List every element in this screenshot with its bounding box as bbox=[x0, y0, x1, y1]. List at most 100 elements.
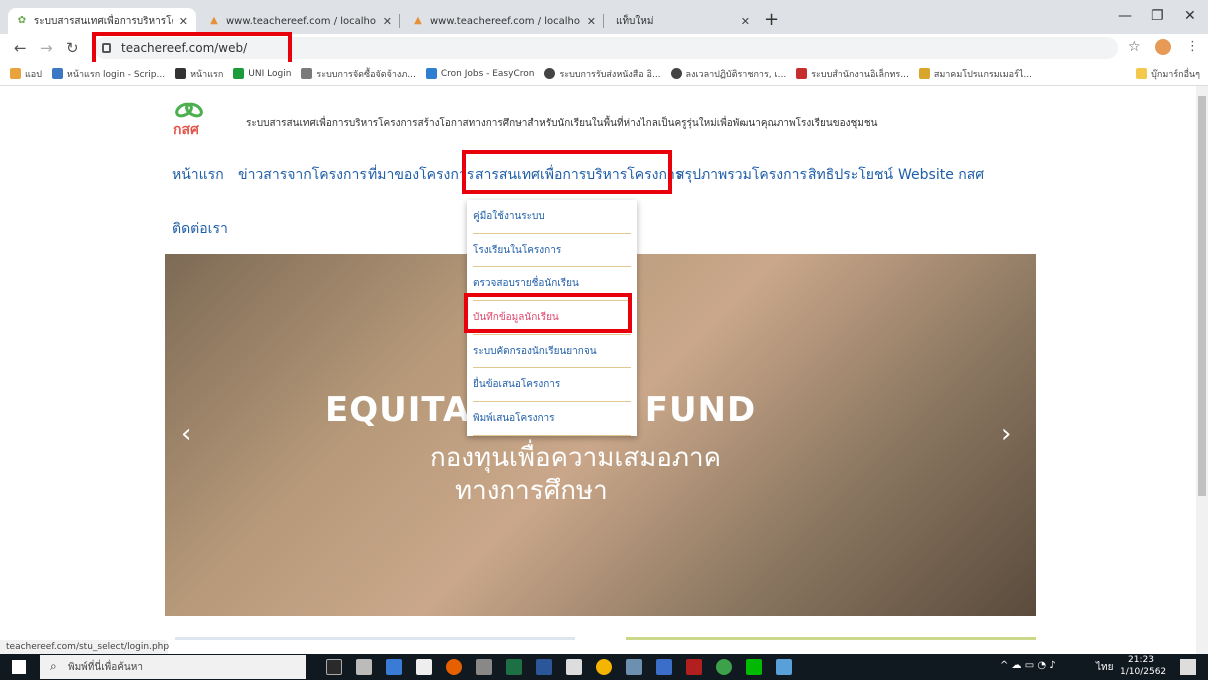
tab-3[interactable]: ▲ www.teachereef.com / localhost ✕ bbox=[404, 8, 604, 34]
nav-news[interactable]: ข่าวสารจากโครงการ bbox=[238, 164, 367, 186]
hero-thai-subtitle: ทางการศึกษา bbox=[455, 476, 608, 506]
carousel-prev-icon[interactable]: ‹ bbox=[181, 419, 191, 449]
bookmark-item[interactable]: แอป bbox=[10, 67, 42, 81]
nav-summary[interactable]: สรุปภาพรวมโครงการ bbox=[676, 164, 807, 186]
clock-date[interactable]: 1/10/2562 bbox=[1120, 667, 1166, 677]
page-scrollbar[interactable] bbox=[1196, 86, 1208, 654]
nav-benefits[interactable]: สิทธิประโยชน์ bbox=[808, 164, 893, 186]
nav-about[interactable]: ที่มาของโครงการ bbox=[368, 164, 474, 186]
windows-start-icon[interactable] bbox=[12, 660, 26, 674]
bookmark-icon bbox=[918, 68, 930, 79]
bookmark-label: บุ๊กมาร์กอื่นๆ bbox=[1151, 69, 1200, 80]
tab-title: www.teachereef.com / localhost bbox=[226, 15, 376, 27]
app-icon[interactable] bbox=[626, 659, 642, 675]
calculator-icon[interactable] bbox=[356, 659, 372, 675]
bookmarks-bar: แอป หน้าแรก login - Scrip... หน้าแรก UNI… bbox=[0, 62, 1208, 86]
mail-icon[interactable] bbox=[566, 659, 582, 675]
phpmyadmin-icon: ▲ bbox=[414, 15, 422, 26]
dropdown-item[interactable]: โรงเรียนในโครงการ bbox=[473, 234, 631, 268]
tray-icons[interactable]: ^ ☁ ▭ ◔ ♪ bbox=[1000, 660, 1056, 671]
bookmark-item[interactable]: ลงเวลาปฏิบัติราชการ, เ... bbox=[670, 67, 787, 81]
app-icon[interactable] bbox=[386, 659, 402, 675]
bookmark-item[interactable]: ระบบการรับส่งหนังสือ อิ... bbox=[544, 67, 661, 81]
back-icon[interactable]: ← bbox=[14, 39, 27, 57]
tab-2[interactable]: ▲ www.teachereef.com / localhost ✕ bbox=[200, 8, 400, 34]
bookmark-icon bbox=[796, 68, 808, 79]
bookmark-item[interactable]: สมาคมโปรแกรมเมอร์ไ... bbox=[918, 67, 1032, 81]
task-view-icon[interactable] bbox=[326, 659, 342, 675]
apps-grid-icon bbox=[10, 68, 21, 79]
nav-website[interactable]: Website กสศ bbox=[898, 164, 984, 186]
torrent-icon[interactable] bbox=[716, 659, 732, 675]
dropdown-item[interactable]: พิมพ์เสนอโครงการ bbox=[473, 402, 631, 436]
footer-panel-right bbox=[626, 637, 1036, 640]
clock-time[interactable]: 21:23 bbox=[1128, 655, 1154, 665]
bookmark-item[interactable]: ระบบสำนักงานอิเล็กทร... bbox=[796, 67, 909, 81]
bookmark-item[interactable]: UNI Login bbox=[233, 68, 291, 79]
tab-active[interactable]: ✿ ระบบสารสนเทศเพื่อการบริหารโครงการ ✕ bbox=[8, 8, 196, 34]
taskbar-search[interactable]: ⌕ พิมพ์ที่นี่เพื่อค้นหา bbox=[40, 655, 306, 679]
chrome-icon[interactable] bbox=[596, 659, 612, 675]
bookmark-icon bbox=[425, 68, 437, 79]
excel-icon[interactable] bbox=[506, 659, 522, 675]
nav-contact[interactable]: ติดต่อเรา bbox=[172, 218, 228, 240]
search-placeholder: พิมพ์ที่นี่เพื่อค้นหา bbox=[68, 661, 143, 673]
scrollbar-thumb[interactable] bbox=[1198, 96, 1206, 496]
reload-icon[interactable]: ↻ bbox=[66, 39, 79, 57]
highlight-dropdown-box bbox=[464, 293, 632, 333]
site-favicon-icon: ✿ bbox=[17, 15, 27, 26]
bookmark-label: ลงเวลาปฏิบัติราชการ, เ... bbox=[685, 69, 787, 80]
dropdown-item[interactable]: คู่มือใช้งานระบบ bbox=[473, 200, 631, 234]
site-title: ระบบสารสนเทศเพื่อการบริหารโครงการสร้างโอ… bbox=[246, 118, 878, 129]
notification-icon[interactable] bbox=[1180, 659, 1196, 675]
minimize-icon[interactable]: — bbox=[1118, 8, 1132, 24]
other-bookmarks[interactable]: บุ๊กมาร์กอื่นๆ bbox=[1136, 67, 1200, 81]
bookmark-item[interactable]: ระบบการจัดซื้อจัดจ้างภ... bbox=[301, 67, 416, 81]
tab-4[interactable]: แท็บใหม่ ✕ bbox=[608, 8, 758, 34]
bookmark-item[interactable]: หน้าแรก bbox=[175, 67, 223, 81]
browser-tab-strip: ✿ ระบบสารสนเทศเพื่อการบริหารโครงการ ✕ ▲ … bbox=[0, 0, 1208, 34]
globe-icon bbox=[544, 68, 556, 79]
bookmark-icon bbox=[51, 68, 63, 79]
bookmark-star-icon[interactable]: ☆ bbox=[1128, 39, 1141, 55]
firefox-icon[interactable] bbox=[446, 659, 462, 675]
filezilla-icon[interactable] bbox=[686, 659, 702, 675]
close-tab-icon[interactable]: ✕ bbox=[173, 15, 188, 28]
close-tab-icon[interactable]: ✕ bbox=[735, 15, 750, 28]
forward-icon[interactable]: → bbox=[40, 39, 53, 57]
bookmark-label: Cron Jobs - EasyCron bbox=[440, 68, 535, 79]
tab-separator bbox=[399, 14, 400, 28]
bookmark-label: ระบบการรับส่งหนังสือ อิ... bbox=[559, 69, 661, 80]
app-icon[interactable] bbox=[656, 659, 672, 675]
footer-panel-left bbox=[175, 637, 575, 640]
highlight-nav-box bbox=[462, 150, 672, 194]
store-icon[interactable] bbox=[416, 659, 432, 675]
close-tab-icon[interactable]: ✕ bbox=[377, 15, 392, 28]
menu-kebab-icon[interactable]: ⋮ bbox=[1186, 39, 1199, 54]
carousel-next-icon[interactable]: › bbox=[1001, 419, 1011, 449]
bookmark-icon bbox=[233, 68, 245, 79]
input-language[interactable]: ไทย bbox=[1096, 660, 1113, 675]
bookmark-icon bbox=[301, 68, 313, 79]
line-icon[interactable] bbox=[746, 659, 762, 675]
logo-text: กสศ bbox=[173, 122, 199, 138]
app-icon[interactable] bbox=[776, 659, 792, 675]
app-icon[interactable] bbox=[476, 659, 492, 675]
close-window-icon[interactable]: ✕ bbox=[1184, 8, 1196, 24]
bookmark-label: ระบบการจัดซื้อจัดจ้างภ... bbox=[316, 69, 416, 80]
close-tab-icon[interactable]: ✕ bbox=[581, 15, 596, 28]
bookmark-item[interactable]: Cron Jobs - EasyCron bbox=[425, 68, 535, 79]
dropdown-item[interactable]: ระบบคัดกรองนักเรียนยากจน bbox=[473, 335, 631, 369]
word-icon[interactable] bbox=[536, 659, 552, 675]
windows-taskbar: ⌕ พิมพ์ที่นี่เพื่อค้นหา ^ ☁ ▭ ◔ ♪ ไทย 21… bbox=[0, 654, 1208, 680]
bookmark-label: หน้าแรก login - Scrip... bbox=[66, 69, 166, 80]
bookmark-item[interactable]: หน้าแรก login - Scrip... bbox=[51, 67, 166, 81]
bookmark-label: แอป bbox=[25, 69, 42, 80]
new-tab-button[interactable]: + bbox=[764, 9, 779, 30]
profile-avatar[interactable] bbox=[1155, 39, 1171, 55]
maximize-icon[interactable]: ❐ bbox=[1151, 8, 1164, 24]
highlight-address-box bbox=[92, 32, 292, 66]
tab-title: ระบบสารสนเทศเพื่อการบริหารโครงการ bbox=[33, 15, 173, 27]
nav-home[interactable]: หน้าแรก bbox=[172, 164, 224, 186]
dropdown-item[interactable]: ยื่นข้อเสนอโครงการ bbox=[473, 368, 631, 403]
